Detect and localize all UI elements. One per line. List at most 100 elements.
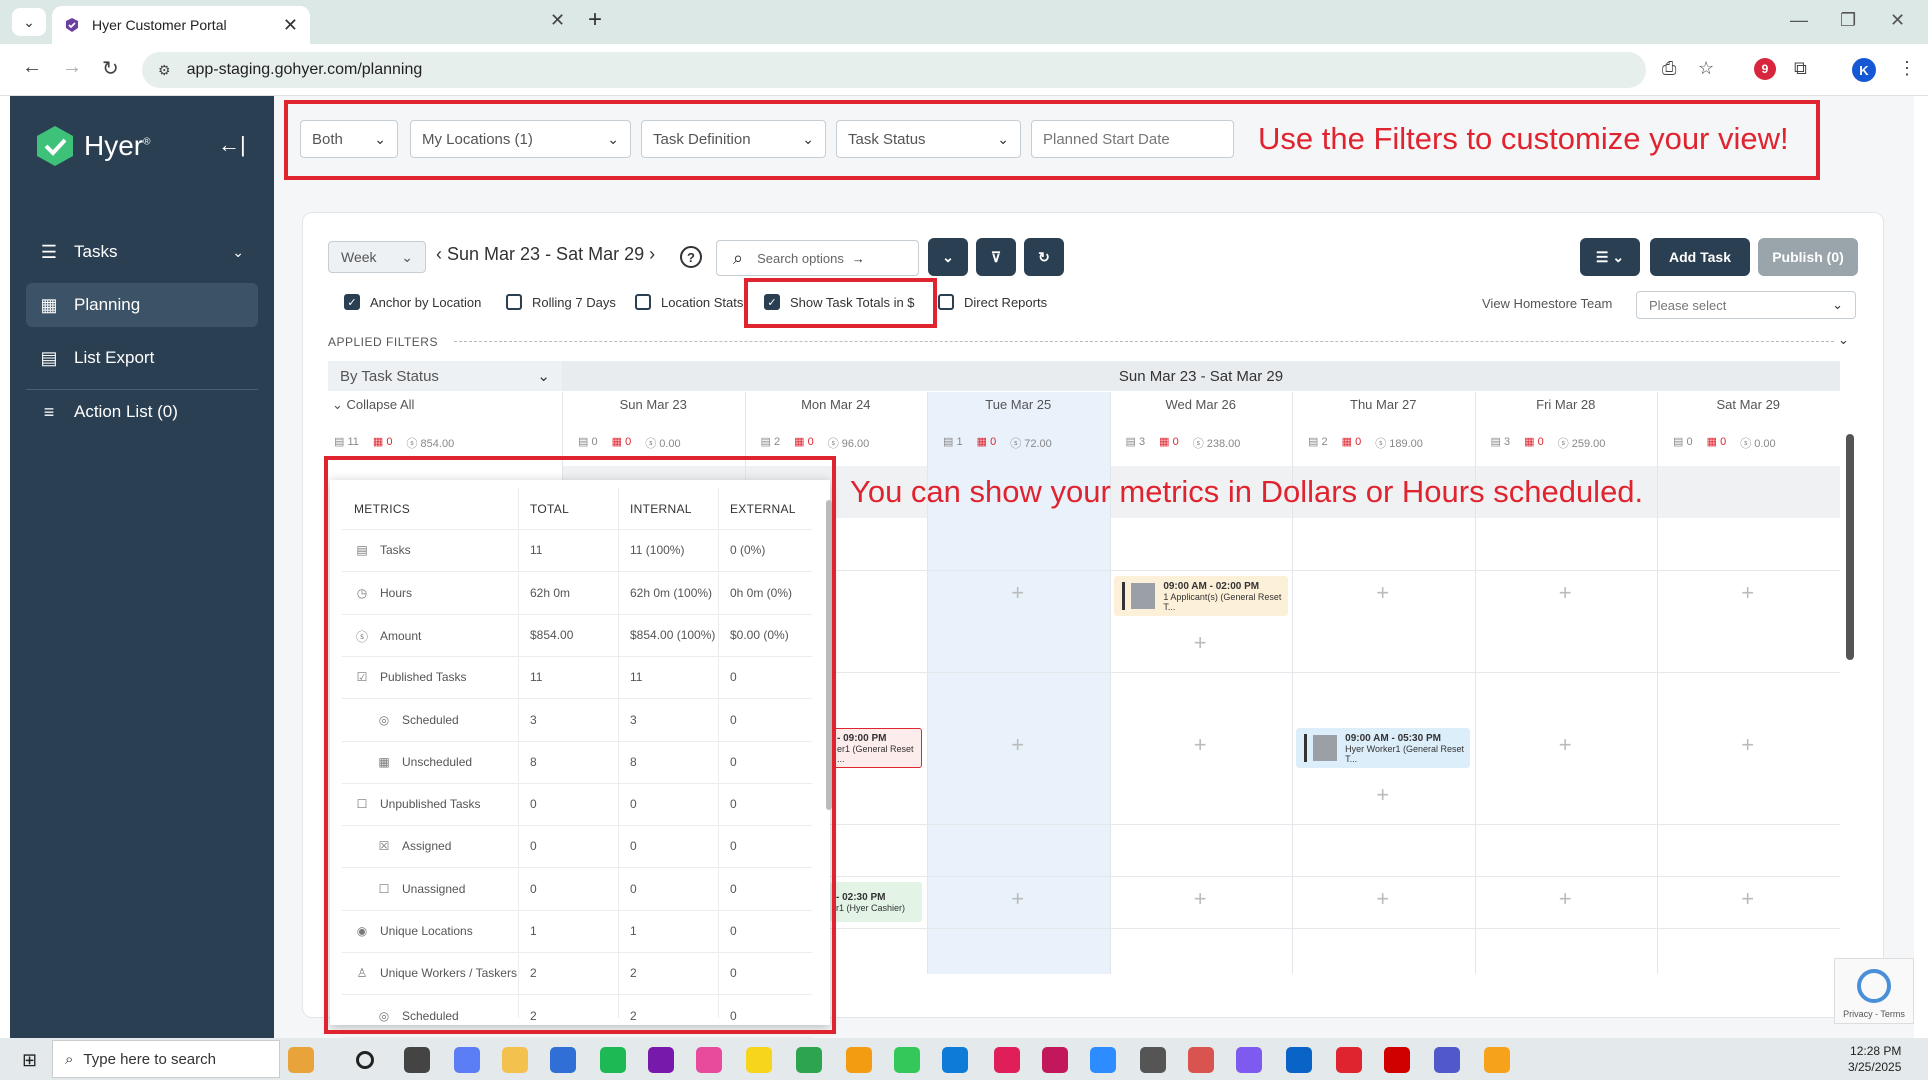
- app-red-icon[interactable]: [1336, 1047, 1362, 1073]
- task-card[interactable]: 09:00 AM - 02:00 PM 1 Applicant(s) (Gener…: [1114, 576, 1288, 616]
- restore-icon[interactable]: ❐: [1840, 10, 1856, 31]
- edge-icon[interactable]: [942, 1047, 968, 1073]
- add-task-plus-icon[interactable]: +: [1376, 782, 1389, 808]
- file-explorer-icon[interactable]: [502, 1047, 528, 1073]
- back-arrow-icon[interactable]: ←: [22, 56, 42, 79]
- cortana-icon[interactable]: [356, 1051, 374, 1069]
- teams-icon[interactable]: [1434, 1047, 1460, 1073]
- publish-button[interactable]: Publish (0): [1758, 238, 1858, 276]
- install-app-icon[interactable]: ⎙: [1662, 58, 1676, 79]
- profile-avatar[interactable]: K: [1852, 58, 1876, 82]
- tab-close-icon[interactable]: ✕: [283, 15, 298, 36]
- view-menu-button[interactable]: ☰ ⌄: [1580, 238, 1640, 276]
- add-task-plus-icon[interactable]: +: [1559, 732, 1572, 758]
- record-icon[interactable]: [1384, 1047, 1410, 1073]
- tab-search-button[interactable]: ⌄: [12, 8, 46, 36]
- rolling-7-days-checkbox[interactable]: Rolling 7 Days: [506, 294, 616, 310]
- briefcase-app-icon[interactable]: [288, 1047, 314, 1073]
- add-task-button[interactable]: Add Task: [1650, 238, 1750, 276]
- filter-button[interactable]: ⊽: [976, 238, 1016, 276]
- next-week-icon[interactable]: ›: [649, 244, 655, 264]
- app-pink-icon[interactable]: [1042, 1047, 1068, 1073]
- taskbar-search-input[interactable]: ⌕ Type here to search: [52, 1040, 280, 1078]
- snipping-icon[interactable]: [1188, 1047, 1214, 1073]
- page-scrollbar[interactable]: [1846, 434, 1854, 660]
- app-orange-icon[interactable]: [846, 1047, 872, 1073]
- bookmark-star-icon[interactable]: ☆: [1698, 58, 1714, 79]
- taskbar-clock[interactable]: 12:28 PM 3/25/2025: [1848, 1043, 1901, 1075]
- add-task-plus-icon[interactable]: +: [1741, 886, 1754, 912]
- window-close-icon[interactable]: ✕: [1890, 10, 1905, 31]
- dollar-icon: ⓢ: [406, 438, 418, 450]
- sidebar-item-action-list[interactable]: ≡ Action List (0): [26, 390, 258, 434]
- task-card[interactable]: 09:00 AM - 05:30 PM Hyer Worker1 (General…: [1296, 728, 1470, 768]
- sidebar-item-list-export[interactable]: ▤ List Export: [26, 336, 258, 380]
- day-label: Wed Mar 26: [1165, 397, 1237, 412]
- app-green-icon[interactable]: [894, 1047, 920, 1073]
- chrome-icon[interactable]: [796, 1047, 822, 1073]
- reload-icon[interactable]: ↻: [102, 56, 119, 81]
- day-unscheduled: 0: [1172, 436, 1179, 448]
- sidebar-item-tasks[interactable]: ☰ Tasks ⌄: [26, 230, 258, 274]
- second-tab-close-icon[interactable]: ✕: [550, 10, 565, 31]
- task-card[interactable]: - 02:30 PM r1 (Hyer Cashier): [830, 882, 922, 922]
- add-task-plus-icon[interactable]: +: [1194, 630, 1207, 656]
- add-task-plus-icon[interactable]: +: [1741, 732, 1754, 758]
- dollar-icon: ⓢ: [645, 438, 657, 450]
- date-range-text: Sun Mar 23 - Sat Mar 29: [447, 244, 645, 264]
- paint-icon[interactable]: [696, 1047, 722, 1073]
- team-select[interactable]: Please select ⌄: [1636, 291, 1856, 319]
- task-view-icon[interactable]: [404, 1047, 430, 1073]
- add-task-plus-icon[interactable]: +: [1194, 732, 1207, 758]
- extensions-puzzle-icon[interactable]: ⧉: [1794, 58, 1807, 79]
- task-time: - 09:00 PM: [837, 732, 887, 744]
- anchor-by-location-checkbox[interactable]: ✓ Anchor by Location: [344, 294, 481, 310]
- add-task-plus-icon[interactable]: +: [1559, 580, 1572, 606]
- add-task-plus-icon[interactable]: +: [1011, 886, 1024, 912]
- app-b-icon[interactable]: [550, 1047, 576, 1073]
- expand-button[interactable]: ⌄: [928, 238, 968, 276]
- recaptcha-badge[interactable]: Privacy - Terms: [1834, 958, 1914, 1024]
- group-by-select[interactable]: By Task Status ⌄: [328, 361, 562, 391]
- location-stats-checkbox[interactable]: Location Stats: [635, 294, 743, 310]
- extension-badge-icon[interactable]: 9: [1754, 58, 1776, 80]
- search-options-input[interactable]: ⌕ Search options →: [716, 240, 919, 276]
- forward-arrow-icon[interactable]: →: [62, 56, 82, 79]
- task-card[interactable]: - 09:00 PM er1 (General Reset ...: [830, 728, 922, 768]
- minimize-icon[interactable]: —: [1790, 10, 1808, 31]
- app-drop-icon[interactable]: [1236, 1047, 1262, 1073]
- direct-reports-checkbox[interactable]: Direct Reports: [938, 294, 1047, 310]
- browser-tab-active[interactable]: Hyer Customer Portal ✕: [52, 6, 310, 44]
- prev-week-icon[interactable]: ‹: [436, 244, 442, 264]
- onenote-icon[interactable]: [648, 1047, 674, 1073]
- sidebar-item-planning[interactable]: ▦ Planning: [26, 283, 258, 327]
- windows-start-icon[interactable]: ⊞: [22, 1050, 37, 1071]
- refresh-button[interactable]: ↻: [1024, 238, 1064, 276]
- week-select[interactable]: Week ⌄: [328, 241, 426, 273]
- spotify-icon[interactable]: [600, 1047, 626, 1073]
- add-task-plus-icon[interactable]: +: [1011, 732, 1024, 758]
- collapse-sidebar-icon[interactable]: ←|: [218, 132, 246, 158]
- add-task-plus-icon[interactable]: +: [1011, 580, 1024, 606]
- add-task-plus-icon[interactable]: +: [1376, 886, 1389, 912]
- add-task-plus-icon[interactable]: +: [1559, 886, 1572, 912]
- outlook-icon[interactable]: [1286, 1047, 1312, 1073]
- add-task-plus-icon[interactable]: +: [1741, 580, 1754, 606]
- zoom-icon[interactable]: [1090, 1047, 1116, 1073]
- new-tab-icon[interactable]: +: [588, 6, 602, 34]
- chevron-down-icon[interactable]: ⌄: [1838, 332, 1849, 348]
- photos-icon[interactable]: [1484, 1047, 1510, 1073]
- task-thumbnail: [1312, 735, 1338, 761]
- sticky-notes-icon[interactable]: [746, 1047, 772, 1073]
- help-icon[interactable]: ?: [680, 246, 702, 268]
- copilot-icon[interactable]: [454, 1047, 480, 1073]
- address-bar[interactable]: ⚙ app-staging.gohyer.com/planning: [142, 52, 1646, 88]
- calculator-icon[interactable]: [1140, 1047, 1166, 1073]
- browser-menu-icon[interactable]: ⋮: [1898, 58, 1916, 79]
- add-task-plus-icon[interactable]: +: [1376, 580, 1389, 606]
- slack-icon[interactable]: [994, 1047, 1020, 1073]
- site-info-icon[interactable]: ⚙: [158, 62, 171, 79]
- collapse-all-button[interactable]: ⌄ Collapse All: [332, 397, 414, 413]
- day-task-count: 3: [1503, 436, 1511, 448]
- add-task-plus-icon[interactable]: +: [1194, 886, 1207, 912]
